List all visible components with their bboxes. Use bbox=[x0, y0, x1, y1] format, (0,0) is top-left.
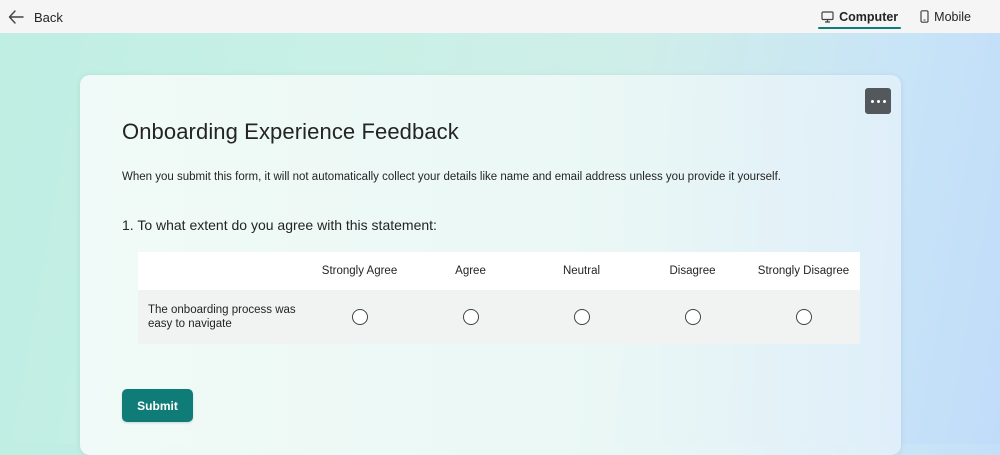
radio-strongly-disagree[interactable] bbox=[795, 309, 812, 325]
radio-cell-strongly-disagree bbox=[748, 309, 859, 325]
phone-icon bbox=[920, 10, 929, 23]
likert-grid: Strongly Agree Agree Neutral Disagree St… bbox=[138, 252, 860, 344]
likert-header-row: Strongly Agree Agree Neutral Disagree St… bbox=[138, 252, 860, 290]
arrow-left-icon bbox=[8, 10, 24, 24]
option-header-disagree: Disagree bbox=[669, 265, 716, 277]
tab-computer-label: Computer bbox=[839, 9, 899, 24]
tab-computer[interactable]: Computer bbox=[818, 0, 902, 33]
more-horizontal-icon bbox=[870, 99, 874, 103]
monitor-icon bbox=[821, 10, 834, 23]
back-label: Back bbox=[34, 9, 63, 25]
radio-cell-agree bbox=[415, 309, 526, 325]
form-description: When you submit this form, it will not a… bbox=[122, 171, 781, 183]
likert-statement-row: The onboarding process was easy to navig… bbox=[138, 290, 860, 344]
statement-label: The onboarding process was easy to navig… bbox=[148, 304, 296, 330]
option-header-strongly-disagree: Strongly Disagree bbox=[757, 265, 850, 277]
preview-mode-tabs: Computer Mobile bbox=[802, 0, 974, 33]
option-header-agree: Agree bbox=[455, 265, 486, 277]
radio-cell-strongly-agree bbox=[304, 309, 415, 325]
radio-disagree[interactable] bbox=[684, 309, 701, 325]
radio-neutral[interactable] bbox=[573, 309, 590, 325]
more-options-button[interactable] bbox=[865, 88, 891, 114]
tab-mobile[interactable]: Mobile bbox=[917, 0, 974, 33]
option-header-strongly-agree: Strongly Agree bbox=[321, 265, 398, 277]
form-card: Onboarding Experience Feedback When you … bbox=[80, 75, 901, 455]
question-title: 1. To what extent do you agree with this… bbox=[122, 217, 437, 233]
radio-strongly-agree[interactable] bbox=[351, 309, 368, 325]
radio-cell-neutral bbox=[526, 309, 637, 325]
option-header-neutral: Neutral bbox=[562, 265, 601, 277]
back-button[interactable]: Back bbox=[8, 6, 63, 28]
submit-button[interactable]: Submit bbox=[122, 389, 193, 422]
form-title: Onboarding Experience Feedback bbox=[122, 119, 459, 144]
top-bar: Back Computer Mobile bbox=[0, 0, 1000, 33]
radio-cell-disagree bbox=[637, 309, 748, 325]
radio-agree[interactable] bbox=[462, 309, 479, 325]
tab-mobile-label: Mobile bbox=[934, 9, 971, 24]
more-dot bbox=[876, 99, 880, 103]
more-dot bbox=[882, 99, 886, 103]
